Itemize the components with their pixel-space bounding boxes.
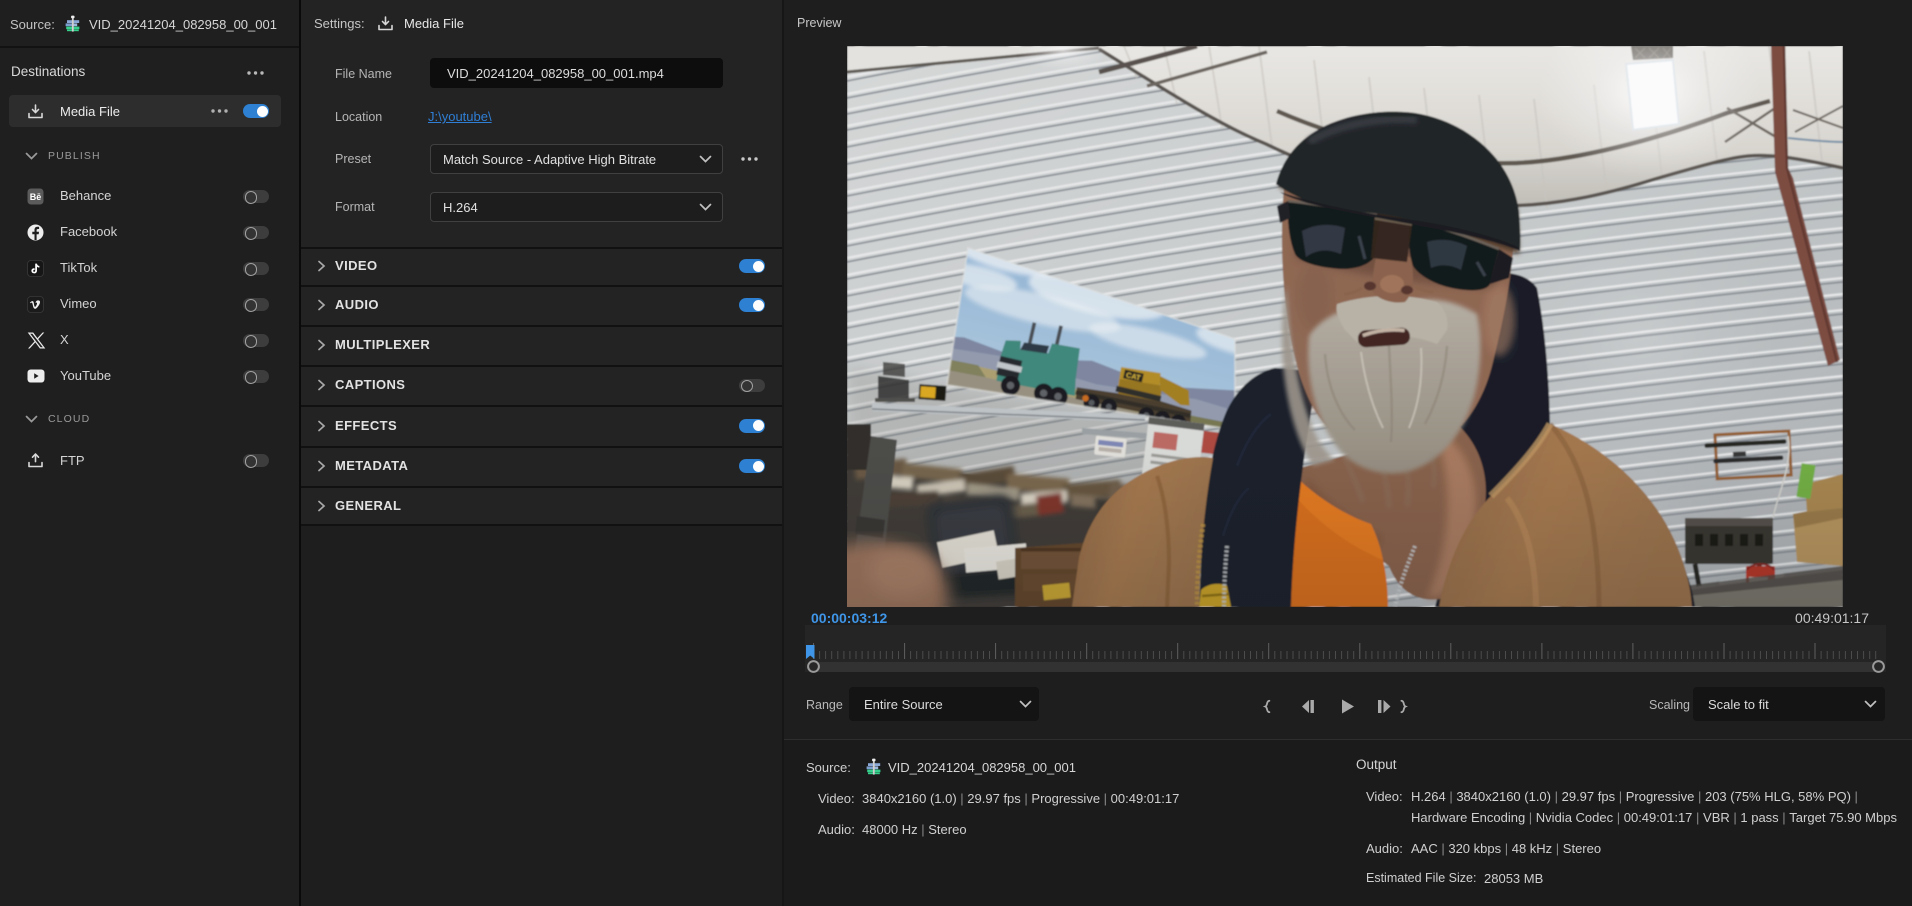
svg-text:Bē: Bē	[30, 192, 42, 202]
